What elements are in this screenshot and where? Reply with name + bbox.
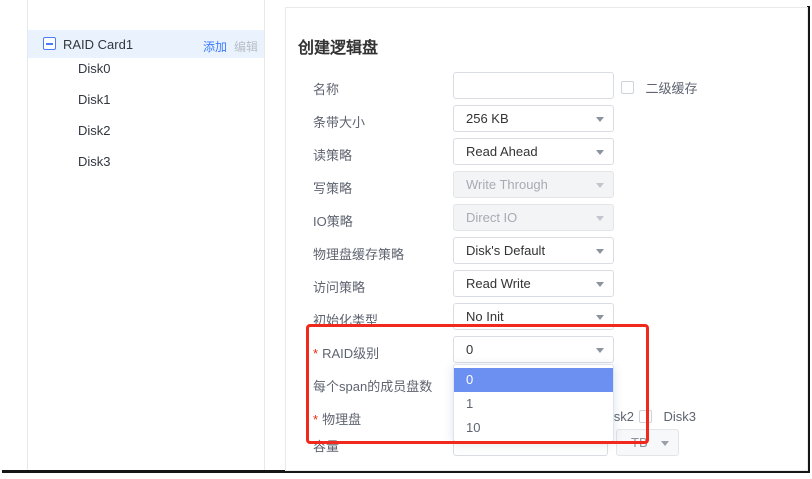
- disk-cache-policy-label: 物理盘缓存策略: [313, 244, 404, 263]
- chevron-down-icon: [661, 441, 669, 446]
- chevron-down-icon: [596, 117, 604, 122]
- chevron-down-icon: [596, 216, 604, 221]
- form-row-init-type: 初始化类型 No Init: [286, 303, 807, 330]
- tree-node-disk3[interactable]: Disk3: [78, 146, 228, 177]
- raid-level-label-text: RAID级别: [322, 346, 379, 361]
- chevron-down-icon: [596, 183, 604, 188]
- edit-link[interactable]: 编辑: [234, 38, 258, 55]
- page-title: 创建逻辑盘: [298, 34, 378, 58]
- raid-level-value: 0: [466, 342, 473, 357]
- tree-node-disk1[interactable]: Disk1: [78, 84, 228, 115]
- raid-level-option-1[interactable]: 1: [454, 392, 613, 416]
- raid-level-select[interactable]: 0: [453, 336, 614, 363]
- form-row-raid-level: * RAID级别 0: [286, 336, 807, 363]
- raid-level-label: * RAID级别: [313, 343, 379, 362]
- collapse-minus-icon[interactable]: [43, 37, 56, 50]
- disk3-checkbox[interactable]: [639, 410, 652, 423]
- raid-level-option-10[interactable]: 10: [454, 416, 613, 440]
- access-policy-select[interactable]: Read Write: [453, 270, 614, 297]
- physical-disks-label-text: 物理盘: [322, 412, 361, 427]
- sidebar-divider: [264, 0, 265, 471]
- tree-node-disk2[interactable]: Disk2: [78, 115, 228, 146]
- init-type-label: 初始化类型: [313, 310, 378, 329]
- read-policy-select[interactable]: Read Ahead: [453, 138, 614, 165]
- stripe-size-value: 256 KB: [466, 111, 509, 126]
- chevron-down-icon: [596, 348, 604, 353]
- name-input[interactable]: [453, 72, 614, 99]
- form-row-disk-cache-policy: 物理盘缓存策略 Disk's Default: [286, 237, 807, 264]
- read-policy-label: 读策略: [313, 145, 352, 164]
- form-row-access-policy: 访问策略 Read Write: [286, 270, 807, 297]
- disk-cache-policy-select[interactable]: Disk's Default: [453, 237, 614, 264]
- form-row-write-policy: 写策略 Write Through: [286, 171, 807, 198]
- access-policy-value: Read Write: [466, 276, 531, 291]
- required-asterisk: *: [313, 412, 318, 427]
- stripe-size-select[interactable]: 256 KB: [453, 105, 614, 132]
- access-policy-label: 访问策略: [313, 277, 365, 296]
- span-members-label: 每个span的成员盘数: [313, 376, 432, 395]
- chevron-down-icon: [596, 150, 604, 155]
- init-type-value: No Init: [466, 309, 504, 324]
- write-policy-select: Write Through: [453, 171, 614, 198]
- capacity-label: 容量: [313, 436, 339, 455]
- write-policy-label: 写策略: [313, 178, 352, 197]
- create-logical-disk-panel: 创建逻辑盘 名称 二级缓存 条带大小 256 KB 读策略 Read Ahead: [285, 7, 808, 471]
- io-policy-select: Direct IO: [453, 204, 614, 231]
- io-policy-label: IO策略: [313, 211, 353, 230]
- raid-level-dropdown-menu: 0 1 10: [453, 364, 614, 442]
- form-row-name: 名称 二级缓存: [286, 72, 807, 99]
- capacity-unit-select[interactable]: TB: [616, 429, 679, 456]
- form-row-read-policy: 读策略 Read Ahead: [286, 138, 807, 165]
- tree-node-label: RAID Card1: [63, 37, 133, 52]
- disk-cache-policy-value: Disk's Default: [466, 243, 545, 258]
- form-row-io-policy: IO策略 Direct IO: [286, 204, 807, 231]
- capacity-unit-value: TB: [631, 435, 648, 450]
- secondary-cache-label: 二级缓存: [645, 81, 697, 96]
- stripe-size-label: 条带大小: [313, 112, 365, 131]
- io-policy-value: Direct IO: [466, 210, 517, 225]
- chevron-down-icon: [596, 282, 604, 287]
- chevron-down-icon: [596, 249, 604, 254]
- raid-tree-sidebar: RAID Card1 添加 编辑 Disk0 Disk1 Disk2 Disk3: [28, 0, 264, 470]
- chevron-down-icon: [596, 315, 604, 320]
- physical-disks-label: * 物理盘: [313, 409, 361, 428]
- read-policy-value: Read Ahead: [466, 144, 538, 159]
- required-asterisk: *: [313, 346, 318, 361]
- write-policy-value: Write Through: [466, 177, 548, 192]
- tree-node-disk0[interactable]: Disk0: [78, 53, 228, 84]
- form-row-stripe-size: 条带大小 256 KB: [286, 105, 807, 132]
- raid-level-option-0[interactable]: 0: [454, 368, 613, 392]
- init-type-select[interactable]: No Init: [453, 303, 614, 330]
- secondary-cache-checkbox[interactable]: [621, 81, 634, 94]
- screen: RAID Card1 添加 编辑 Disk0 Disk1 Disk2 Disk3…: [0, 0, 812, 479]
- disk3-checkbox-label: Disk3: [663, 409, 696, 424]
- name-label: 名称: [313, 79, 339, 98]
